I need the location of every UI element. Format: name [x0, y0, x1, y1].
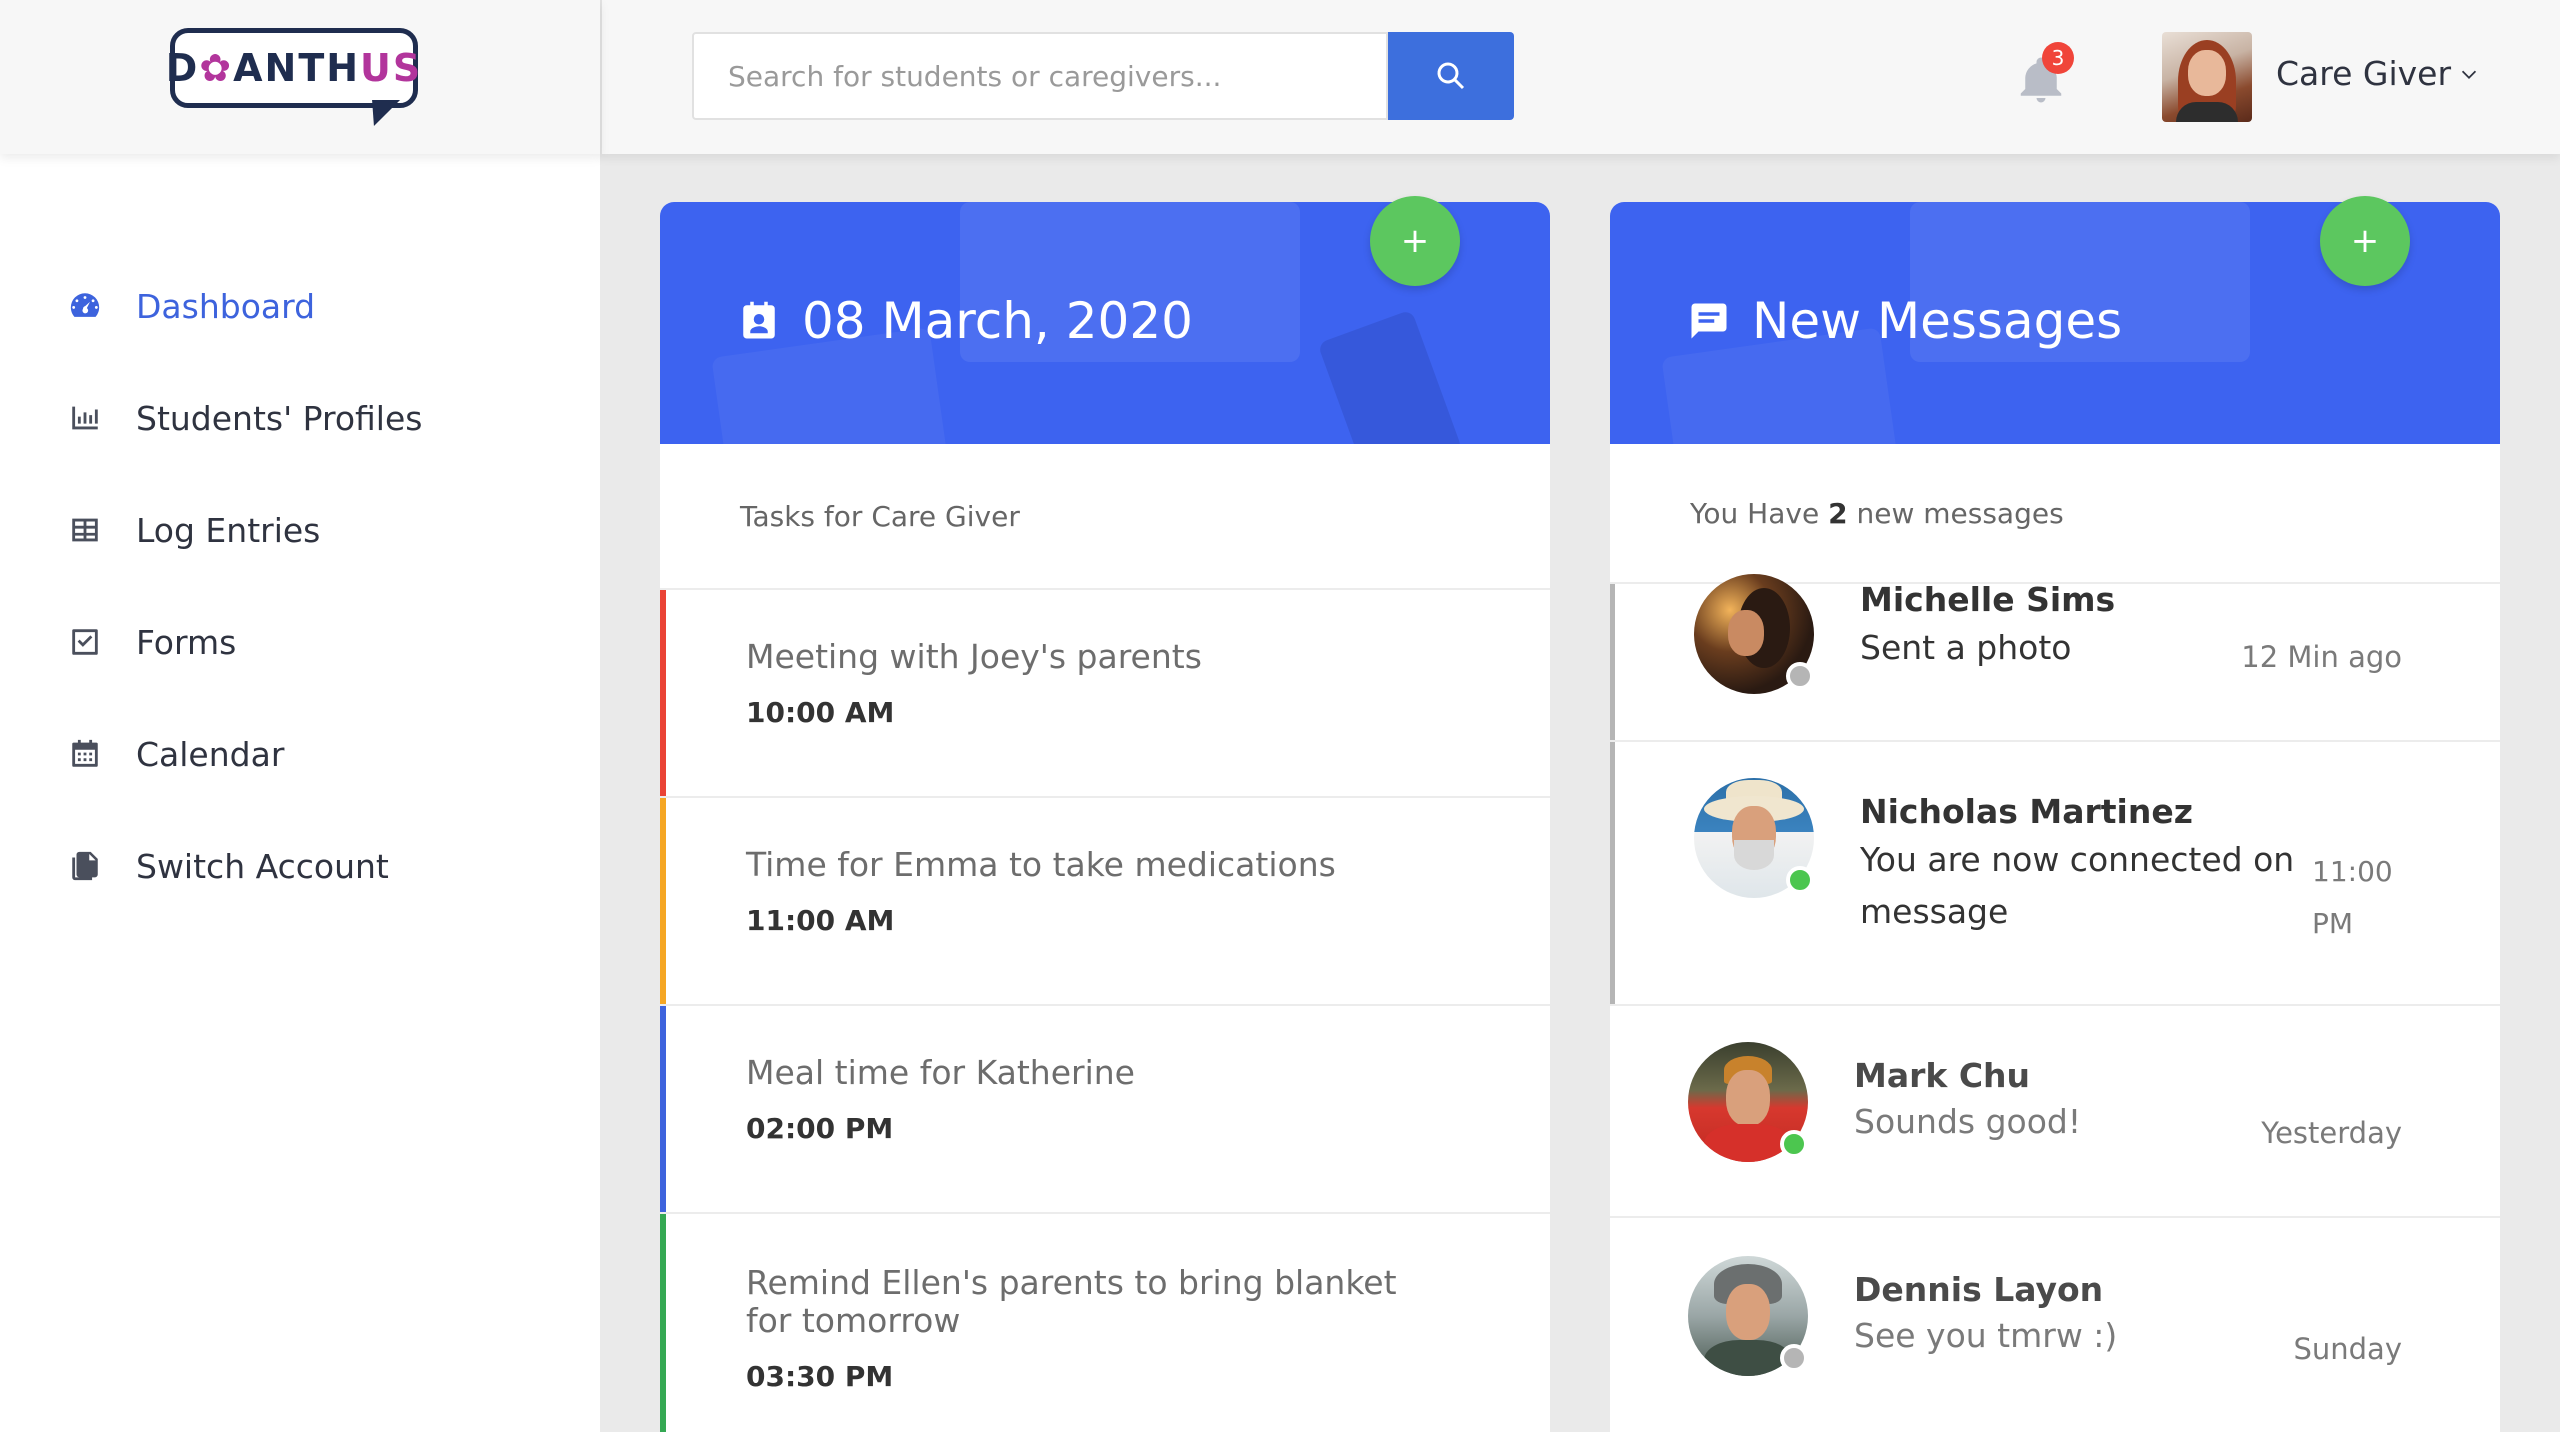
logo-text-3: US [360, 46, 423, 90]
search-box [692, 32, 1388, 120]
message-item[interactable]: Nicholas Martinez You are now connected … [1610, 742, 2500, 1006]
chevron-down-icon [2461, 70, 2477, 79]
avatar-face [1726, 1284, 1770, 1340]
header-background-phone [1317, 309, 1463, 444]
logo-area: D ✿ ANTH US [0, 0, 600, 154]
sidebar-item-calendar[interactable]: Calendar [0, 698, 600, 810]
subtitle-prefix: You Have [1690, 496, 1820, 530]
notification-badge: 3 [2042, 42, 2074, 74]
task-item[interactable]: Meal time for Katherine 02:00 PM [660, 1006, 1550, 1214]
logo-text-1: D [165, 46, 200, 90]
sidebar-item-dashboard[interactable]: Dashboard [0, 250, 600, 362]
calendar-icon [68, 737, 102, 771]
messages-card: New Messages You Have 2 new messages Mic… [1610, 202, 2500, 1432]
sidebar-item-switch-account[interactable]: Switch Account [0, 810, 600, 922]
sidebar-nav: Dashboard Students' Profiles Log Entries… [0, 154, 600, 922]
message-time: Yesterday [2261, 1116, 2402, 1150]
user-menu[interactable]: Care Giver [2276, 54, 2479, 93]
message-item[interactable]: Mark Chu Sounds good! Yesterday [1610, 1006, 2500, 1218]
contact-calendar-icon [743, 301, 775, 339]
message-item[interactable]: Michelle Sims Sent a photo 12 Min ago [1610, 574, 2500, 742]
task-time: 10:00 AM [746, 696, 895, 729]
sidebar-item-forms[interactable]: Forms [0, 586, 600, 698]
sidebar-item-label: Students' Profiles [136, 398, 423, 438]
tasks-subtitle: Tasks for Care Giver [660, 444, 1550, 590]
user-name-label: Care Giver [2276, 54, 2452, 93]
new-message-count: 2 [1828, 496, 1848, 530]
task-time: 02:00 PM [746, 1112, 894, 1145]
task-item[interactable]: Time for Emma to take medications 11:00 … [660, 798, 1550, 1006]
message-preview: Sounds good! [1854, 1102, 2082, 1141]
dianthus-logo[interactable]: D ✿ ANTH US [166, 28, 420, 126]
messages-title: New Messages [1752, 292, 2123, 350]
sidebar-item-label: Log Entries [136, 510, 321, 550]
message-preview: You are now connected on message [1860, 840, 2295, 931]
sender-name: Nicholas Martinez [1860, 792, 2193, 831]
message-time: 11:00 PM [2312, 855, 2393, 940]
user-avatar[interactable] [2162, 32, 2252, 122]
table-icon [68, 513, 102, 547]
topbar: 3 Care Giver [600, 0, 2560, 154]
subtitle-suffix: new messages [1856, 496, 2064, 530]
task-item[interactable]: Remind Ellen's parents to bring blanket … [660, 1214, 1550, 1432]
status-dot [1780, 1344, 1808, 1372]
sidebar-item-log-entries[interactable]: Log Entries [0, 474, 600, 586]
avatar-coat [1704, 1340, 1792, 1376]
logo-text-2: ANTH [233, 46, 361, 90]
messages-card-title: New Messages [1688, 292, 2122, 350]
avatar-face [2188, 50, 2226, 96]
tasks-card: 08 March, 2020 Tasks for Care Giver Meet… [660, 202, 1550, 1432]
bar-chart-icon [68, 401, 102, 435]
sender-name: Michelle Sims [1860, 580, 2116, 619]
sidebar-item-label: Forms [136, 622, 237, 662]
message-time: Sunday [2293, 1332, 2402, 1366]
message-item[interactable]: Dennis Layon See you tmrw :) Sunday [1610, 1218, 2500, 1430]
status-dot [1780, 1130, 1808, 1158]
sidebar: Dashboard Students' Profiles Log Entries… [0, 154, 600, 1432]
tasks-date: 08 March, 2020 [802, 292, 1193, 350]
gauge-icon [68, 289, 102, 323]
search-input[interactable] [694, 34, 1386, 118]
sender-name: Mark Chu [1854, 1056, 2031, 1095]
message-time: 12 Min ago [2241, 640, 2402, 674]
checkbox-icon [68, 625, 102, 659]
sidebar-item-label: Switch Account [136, 846, 389, 886]
sender-name: Dennis Layon [1854, 1270, 2104, 1309]
avatar-shirt [2176, 102, 2238, 122]
messages-subtitle: You Have 2 new messages [1610, 444, 2500, 584]
task-time: 11:00 AM [746, 904, 895, 937]
sidebar-item-students-profiles[interactable]: Students' Profiles [0, 362, 600, 474]
message-preview: Sent a photo [1860, 628, 2072, 667]
avatar-beard [1734, 840, 1774, 870]
avatar-face [1728, 610, 1764, 656]
search-icon [1437, 62, 1465, 90]
documents-icon [68, 849, 102, 883]
avatar-jacket [1704, 1124, 1792, 1162]
task-title: Time for Emma to take medications [746, 845, 1336, 884]
task-time: 03:30 PM [746, 1360, 894, 1393]
status-dot [1786, 662, 1814, 690]
avatar-face [1726, 1070, 1770, 1126]
sidebar-item-label: Dashboard [136, 286, 316, 326]
task-title: Meeting with Joey's parents [746, 637, 1202, 676]
task-title: Remind Ellen's parents to bring blanket … [746, 1263, 1397, 1340]
tasks-card-title: 08 March, 2020 [738, 292, 1193, 350]
sidebar-item-label: Calendar [136, 734, 285, 774]
logo-bubble: D ✿ ANTH US [166, 28, 420, 108]
status-dot [1786, 866, 1814, 894]
search-button[interactable] [1388, 32, 1514, 120]
add-task-button[interactable]: + [1370, 196, 1460, 286]
task-title: Meal time for Katherine [746, 1053, 1135, 1092]
logo-flower-icon: ✿ [199, 46, 234, 90]
notifications-button[interactable]: 3 [2014, 42, 2076, 110]
chat-icon [1691, 303, 1727, 339]
task-item[interactable]: Meeting with Joey's parents 10:00 AM [660, 590, 1550, 798]
add-message-button[interactable]: + [2320, 196, 2410, 286]
message-preview: See you tmrw :) [1854, 1316, 2118, 1355]
